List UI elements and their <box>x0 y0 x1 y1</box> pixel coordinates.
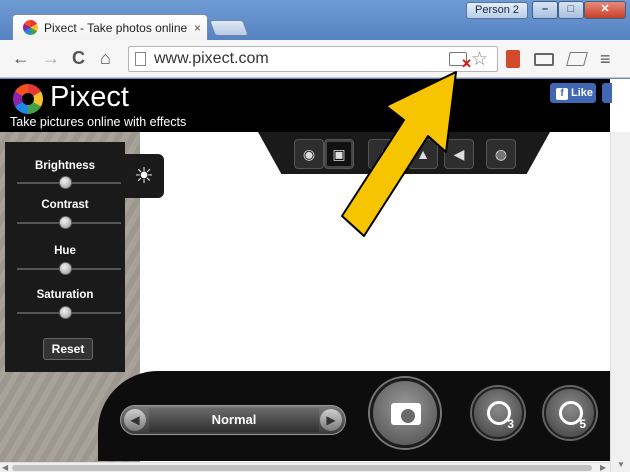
effect-selector[interactable]: ◀ Normal ▶ <box>120 405 346 435</box>
camera-icon <box>391 403 421 425</box>
browser-toolbar: ← → C ⌂ www.pixect.com ✕ ☆ ≡ <box>0 40 630 78</box>
minimize-button[interactable]: – <box>532 1 558 19</box>
like-label: Like <box>571 87 594 99</box>
pixect-favicon-icon <box>23 20 38 35</box>
hue-slider-knob[interactable] <box>59 262 72 275</box>
timer-5-button[interactable]: 5 <box>544 387 596 439</box>
scroll-right-icon[interactable]: ▶ <box>600 463 606 472</box>
facebook-icon: f <box>556 88 568 100</box>
timer-5-label: 5 <box>579 417 586 431</box>
hue-label: Hue <box>54 245 76 257</box>
reload-icon[interactable]: C <box>72 48 85 69</box>
extension-icon-2[interactable] <box>566 52 588 66</box>
close-window-button[interactable]: ✕ <box>584 1 626 19</box>
timer-3-label: 3 <box>507 417 514 431</box>
site-tagline: Take pictures online with effects <box>10 115 187 129</box>
brightness-toggle-icon[interactable]: ☀ <box>124 154 164 198</box>
page-icon <box>135 52 146 66</box>
reset-button[interactable]: Reset <box>43 338 93 360</box>
timer-3-button[interactable]: 3 <box>472 387 524 439</box>
brightness-slider-knob[interactable] <box>59 176 72 189</box>
contrast-label: Contrast <box>41 199 89 211</box>
saturation-label: Saturation <box>36 289 94 301</box>
tab-close-icon[interactable]: × <box>194 21 201 35</box>
site-header: Pixect Take pictures online with effects… <box>0 79 612 132</box>
effect-name: Normal <box>149 408 319 432</box>
adjustments-panel: Brightness Contrast Hue Saturation Reset <box>5 142 125 372</box>
scroll-left-icon[interactable]: ◀ <box>2 463 8 472</box>
facebook-share-button[interactable] <box>602 83 612 103</box>
back-icon[interactable]: ← <box>12 48 30 69</box>
cast-icon[interactable] <box>534 53 554 66</box>
browser-tab[interactable]: Pixect - Take photos online × <box>12 14 208 40</box>
page-content: Pixect Take pictures online with effects… <box>0 79 630 472</box>
window-titlebar: Pixect - Take photos online × Person 2 –… <box>0 0 630 40</box>
horizontal-scroll-thumb[interactable] <box>12 465 592 471</box>
saturation-slider-knob[interactable] <box>59 306 72 319</box>
new-tab-button[interactable] <box>209 20 249 36</box>
facebook-like-button[interactable]: f Like <box>550 83 596 103</box>
scroll-down-icon[interactable]: ▼ <box>617 460 625 469</box>
pixect-logo-icon <box>13 84 43 114</box>
capture-bar: ◀ Normal ▶ 3 5 <box>98 371 610 461</box>
maximize-button[interactable]: □ <box>558 1 584 19</box>
vertical-scrollbar[interactable]: ▼ <box>610 132 630 472</box>
tab-title: Pixect - Take photos online <box>44 20 188 35</box>
home-icon[interactable]: ⌂ <box>100 48 111 69</box>
extension-icon[interactable] <box>506 50 520 68</box>
annotation-arrow-icon <box>341 71 457 237</box>
effect-next-icon[interactable]: ▶ <box>320 409 342 431</box>
profile-button[interactable]: Person 2 <box>466 2 528 19</box>
site-brand: Pixect <box>50 81 129 113</box>
contrast-slider-knob[interactable] <box>59 216 72 229</box>
take-photo-button[interactable] <box>370 378 440 448</box>
brightness-label: Brightness <box>34 160 96 172</box>
url-text[interactable]: www.pixect.com <box>154 50 269 68</box>
mirror-mode-icon[interactable]: ◍ <box>486 139 516 169</box>
forward-icon[interactable]: → <box>42 48 60 69</box>
effect-prev-icon[interactable]: ◀ <box>124 409 146 431</box>
menu-icon[interactable]: ≡ <box>600 49 611 70</box>
horizontal-scrollbar[interactable]: ◀ ▶ <box>0 462 610 472</box>
